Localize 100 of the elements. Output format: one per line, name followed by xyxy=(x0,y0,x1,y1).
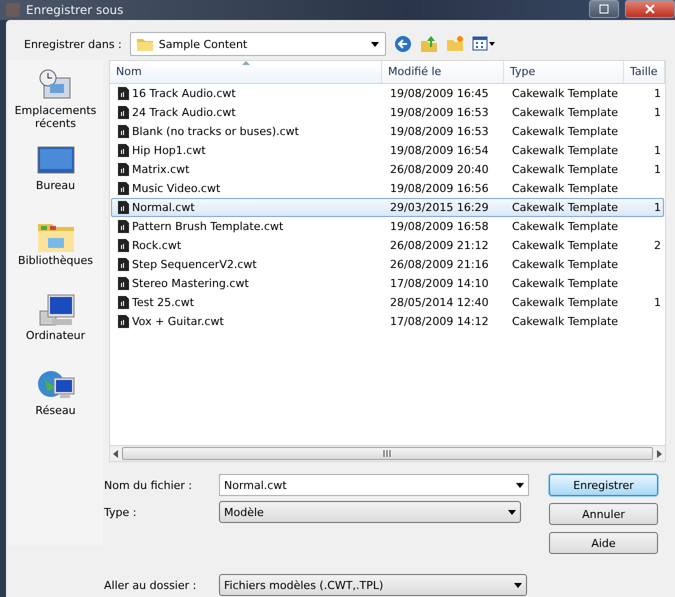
places-item[interactable]: Réseau xyxy=(10,366,102,441)
file-row[interactable]: Music Video.cwt 19/08/2009 16:56 Cakewalk Template xyxy=(111,179,664,198)
filename-label: Nom du fichier : xyxy=(104,478,194,492)
file-size: 1 xyxy=(654,163,661,176)
folder-label: Aller au dossier : xyxy=(104,578,198,592)
file-icon xyxy=(118,277,129,290)
file-row[interactable]: 16 Track Audio.cwt 19/08/2009 16:45 Cakewalk Template 1 xyxy=(111,84,664,103)
column-header[interactable]: Nom xyxy=(110,61,382,83)
file-row[interactable]: Normal.cwt 29/03/2015 16:29 Cakewalk Template 1 xyxy=(111,198,664,217)
file-icon xyxy=(118,163,129,176)
places-item[interactable]: Ordinateur xyxy=(10,291,102,366)
sort-arrow-icon xyxy=(242,61,250,65)
file-name: Vox + Guitar.cwt xyxy=(132,315,224,328)
file-name: Music Video.cwt xyxy=(132,182,220,195)
file-icon xyxy=(118,201,129,214)
modified-date: 17/08/2009 14:10 xyxy=(390,277,489,290)
file-row[interactable]: Test 25.cwt 28/05/2014 12:40 Cakewalk Template 1 xyxy=(111,293,664,312)
view-menu-icon[interactable] xyxy=(472,36,496,52)
file-icon xyxy=(118,87,129,100)
modified-date: 19/08/2009 16:54 xyxy=(390,144,489,157)
modified-date: 26/08/2009 21:16 xyxy=(390,258,489,271)
file-row[interactable]: Hip Hop1.cwt 19/08/2009 16:54 Cakewalk Template 1 xyxy=(111,141,664,160)
file-name: Hip Hop1.cwt xyxy=(132,144,206,157)
modified-date: 26/08/2009 21:12 xyxy=(390,239,489,252)
caret-icon xyxy=(514,582,522,588)
places-item[interactable]: Emplacements récents xyxy=(10,66,102,141)
file-size: 1 xyxy=(654,296,661,309)
file-type: Cakewalk Template xyxy=(512,296,618,309)
modified-date: 19/08/2009 16:53 xyxy=(390,125,489,138)
restore-button[interactable] xyxy=(589,0,619,18)
dialog-button[interactable]: Annuler xyxy=(549,503,658,525)
dialog-button[interactable]: Aide xyxy=(549,532,658,554)
modified-date: 26/08/2009 20:40 xyxy=(390,163,489,176)
horizontal-scrollbar[interactable] xyxy=(109,445,666,462)
file-name: Blank (no tracks or buses).cwt xyxy=(132,125,299,138)
column-header[interactable]: Taille xyxy=(624,61,665,83)
file-icon xyxy=(118,182,129,195)
file-name: 16 Track Audio.cwt xyxy=(132,87,236,100)
file-type: Cakewalk Template xyxy=(512,220,618,233)
modified-date: 19/08/2009 16:53 xyxy=(390,106,489,119)
caret-icon xyxy=(516,482,524,488)
close-icon xyxy=(645,4,655,14)
places-item[interactable]: Bureau xyxy=(10,141,102,216)
file-name: Matrix.cwt xyxy=(132,163,190,176)
file-row[interactable]: Pattern Brush Template.cwt 19/08/2009 16:58 Cakewalk Template xyxy=(111,217,664,236)
up-folder-icon[interactable] xyxy=(420,35,438,53)
type-label: Type : xyxy=(104,506,138,518)
file-row[interactable]: Stereo Mastering.cwt 17/08/2009 14:10 Cakewalk Template xyxy=(111,274,664,293)
column-header[interactable]: Type xyxy=(504,61,624,83)
places-item[interactable]: Bibliothèques xyxy=(10,216,102,291)
file-icon xyxy=(118,144,129,157)
file-size: 1 xyxy=(654,106,661,119)
filename-field[interactable]: Normal.cwt xyxy=(219,474,529,496)
file-row[interactable]: 24 Track Audio.cwt 19/08/2009 16:53 Cakewalk Template 1 xyxy=(111,103,664,122)
file-name: Test 25.cwt xyxy=(132,296,194,309)
scroll-right-icon xyxy=(657,450,662,458)
save-in-label: Enregistrer dans : xyxy=(24,38,122,50)
file-size: 1 xyxy=(654,201,661,214)
file-type: Cakewalk Template xyxy=(512,315,618,328)
file-row[interactable]: Step SequencerV2.cwt 26/08/2009 21:16 Cakewalk Template xyxy=(111,255,664,274)
file-row[interactable]: Matrix.cwt 26/08/2009 20:40 Cakewalk Template 1 xyxy=(111,160,664,179)
type-dropdown[interactable]: Modèle xyxy=(219,501,521,523)
modified-date: 28/05/2014 12:40 xyxy=(390,296,489,309)
file-icon xyxy=(118,296,129,309)
modified-date: 17/08/2009 14:12 xyxy=(390,315,489,328)
file-icon xyxy=(118,220,129,233)
modified-date: 29/03/2015 16:29 xyxy=(390,201,489,214)
file-row[interactable]: Vox + Guitar.cwt 17/08/2009 14:12 Cakewalk Template xyxy=(111,312,664,331)
file-size: 1 xyxy=(654,144,661,157)
file-icon xyxy=(118,258,129,271)
file-icon xyxy=(118,315,129,328)
modified-date: 19/08/2009 16:45 xyxy=(390,87,489,100)
file-name: Step SequencerV2.cwt xyxy=(132,258,257,271)
save-in-dropdown[interactable]: Sample Content xyxy=(130,32,386,56)
file-type: Cakewalk Template xyxy=(512,106,618,119)
file-type: Cakewalk Template xyxy=(512,201,618,214)
file-name: Stereo Mastering.cwt xyxy=(132,277,249,290)
file-type: Cakewalk Template xyxy=(512,258,618,271)
file-icon xyxy=(118,106,129,119)
close-button[interactable] xyxy=(625,0,675,18)
file-size: 1 xyxy=(654,87,661,100)
file-size: 2 xyxy=(654,239,661,252)
file-type: Cakewalk Template xyxy=(512,239,618,252)
file-row[interactable]: Rock.cwt 26/08/2009 21:12 Cakewalk Template 2 xyxy=(111,236,664,255)
file-type: Cakewalk Template xyxy=(512,144,618,157)
file-row[interactable]: Blank (no tracks or buses).cwt 19/08/2009 16:53 Cakewalk Template xyxy=(111,122,664,141)
caret-icon xyxy=(370,42,379,46)
dialog-button[interactable]: Enregistrer xyxy=(549,474,658,496)
back-icon[interactable] xyxy=(394,35,412,53)
scroll-left-icon xyxy=(113,450,118,458)
app-icon xyxy=(6,3,20,17)
folder-dropdown[interactable]: Fichiers modèles (.CWT,.TPL) xyxy=(219,574,527,596)
file-type: Cakewalk Template xyxy=(512,163,618,176)
file-name: Normal.cwt xyxy=(132,201,195,214)
column-header[interactable]: Modifié le xyxy=(382,61,504,83)
file-type: Cakewalk Template xyxy=(512,182,618,195)
caret-icon xyxy=(508,510,516,514)
file-icon xyxy=(118,239,129,252)
grip-icon xyxy=(383,450,392,457)
file-type: Cakewalk Template xyxy=(512,277,618,290)
